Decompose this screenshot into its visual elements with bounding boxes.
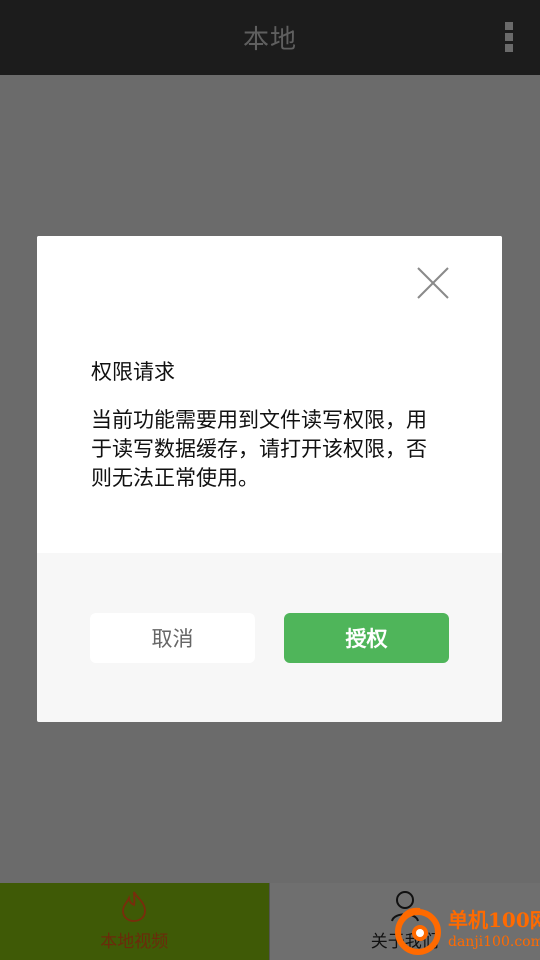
watermark-logo-icon: [395, 907, 441, 955]
cancel-button[interactable]: 取消: [90, 613, 255, 663]
watermark-text: 单机100网: [448, 908, 540, 932]
grant-button[interactable]: 授权: [284, 613, 449, 663]
watermark-url: danji100.com: [448, 934, 540, 950]
tab-label: 本地视频: [100, 932, 169, 952]
flame-icon: [122, 891, 147, 922]
permission-dialog: 权限请求 当前功能需要用到文件读写权限，用于读写数据缓存，请打开该权限，否则无法…: [37, 236, 502, 722]
more-vert-icon[interactable]: [504, 22, 514, 52]
dialog-title: 权限请求: [91, 360, 175, 384]
tab-local-video[interactable]: 本地视频: [0, 883, 269, 960]
dialog-message: 当前功能需要用到文件读写权限，用于读写数据缓存，请打开该权限，否则无法正常使用。: [91, 408, 427, 490]
app-bar: 本地: [0, 0, 540, 75]
page-title: 本地: [242, 25, 297, 55]
watermark: 单机100网 danji100.com: [390, 902, 540, 960]
close-icon[interactable]: [416, 266, 450, 300]
